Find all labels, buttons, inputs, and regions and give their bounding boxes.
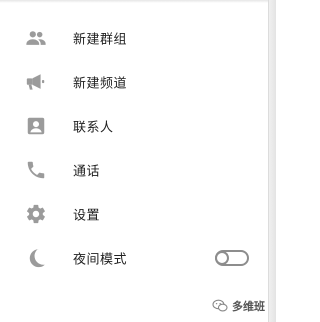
phone-icon [25, 159, 47, 181]
menu-item-label: 新建群组 [73, 32, 128, 48]
watermark: 多维班 [212, 298, 265, 314]
menu-item-night-mode[interactable]: 夜间模式 [0, 236, 268, 280]
watermark-text: 多维班 [232, 300, 265, 313]
menu-item-label: 新建频道 [73, 76, 128, 92]
menu-item-contacts[interactable]: 联系人 [0, 104, 268, 148]
menu-item-new-channel[interactable]: 新建频道 [0, 60, 268, 104]
group-icon [25, 27, 47, 49]
menu-item-label: 设置 [73, 208, 101, 224]
drawer-menu-panel: 新建群组 新建频道 联系人 通话 设置 夜间模式 多维班 [0, 0, 276, 322]
menu-list: 新建群组 新建频道 联系人 通话 设置 夜间模式 [0, 16, 268, 280]
menu-item-label: 联系人 [73, 120, 114, 136]
menu-item-settings[interactable]: 设置 [0, 192, 268, 236]
moon-icon [25, 247, 47, 269]
menu-item-new-group[interactable]: 新建群组 [0, 16, 268, 60]
wechat-icon [212, 299, 228, 312]
contact-card-icon [25, 115, 47, 137]
top-edge [0, 0, 275, 14]
toggle-knob [215, 251, 229, 265]
menu-item-calls[interactable]: 通话 [0, 148, 268, 192]
menu-item-label: 夜间模式 [73, 252, 128, 268]
gear-icon [25, 203, 47, 225]
menu-item-label: 通话 [73, 164, 101, 180]
drawer-edge [268, 0, 276, 322]
night-mode-toggle[interactable] [215, 250, 249, 266]
megaphone-icon [25, 71, 47, 93]
